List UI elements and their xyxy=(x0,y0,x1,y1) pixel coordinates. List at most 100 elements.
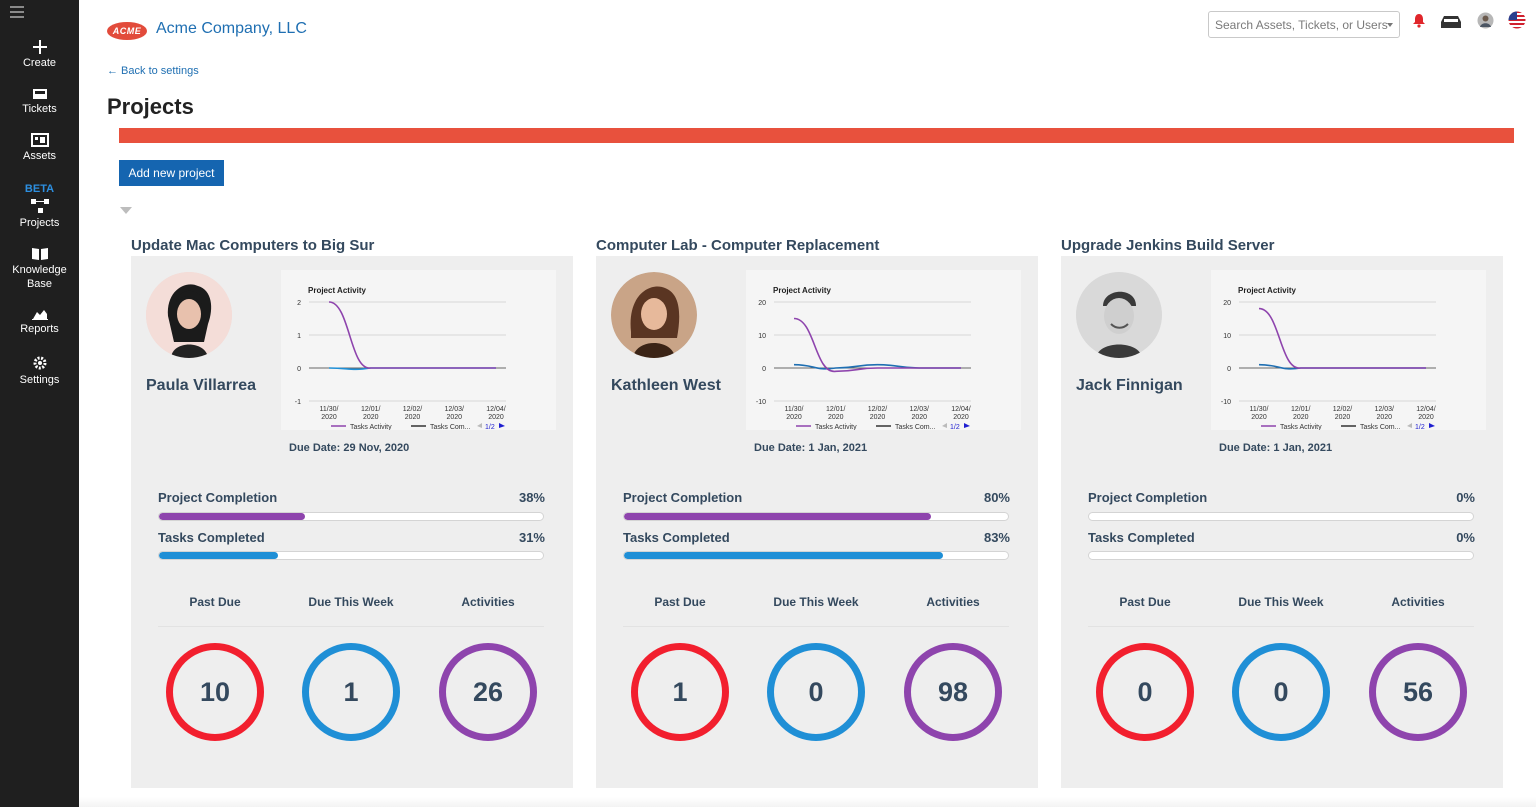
legend-page: 1/2 xyxy=(1415,424,1425,430)
owner-name: Paula Villarrea xyxy=(146,377,256,394)
chart-title: Project Activity xyxy=(308,286,366,295)
tasks-completed-label: Tasks Completed xyxy=(158,530,265,545)
project-completion-bar xyxy=(158,512,544,521)
x-tick-label: 12/03/ xyxy=(1375,406,1395,413)
sidebar-item-projects[interactable]: BETA Projects xyxy=(0,182,79,230)
y-tick-label: 10 xyxy=(758,333,766,340)
owner-avatar xyxy=(611,272,697,358)
past-due-count[interactable]: 0 xyxy=(1096,643,1194,741)
sidebar-item-tickets[interactable]: Tickets xyxy=(0,88,79,116)
sidebar-item-assets[interactable]: Assets xyxy=(0,133,79,163)
project-title[interactable]: Computer Lab - Computer Replacement xyxy=(596,237,879,254)
owner-name: Jack Finnigan xyxy=(1076,377,1183,394)
avatar-portrait-icon xyxy=(1076,272,1162,358)
project-card: Paula Villarrea 2 1 0 -1 11/30/2020 12/01/202… xyxy=(131,256,573,788)
legend-label: Tasks Com... xyxy=(1360,424,1401,430)
x-tick-label: 12/01/ xyxy=(826,406,846,413)
owner-name: Kathleen West xyxy=(611,377,721,394)
activities-count[interactable]: 98 xyxy=(904,643,1002,741)
projects-icon xyxy=(30,199,49,213)
due-this-week-count[interactable]: 0 xyxy=(1232,643,1330,741)
activities-count[interactable]: 56 xyxy=(1369,643,1467,741)
activities-count[interactable]: 26 xyxy=(439,643,537,741)
x-tick-label: 12/04/ xyxy=(486,406,506,413)
activities-label: Activities xyxy=(461,595,515,609)
avatar-portrait-icon xyxy=(611,272,697,358)
activities-label: Activities xyxy=(1391,595,1445,609)
acme-logo[interactable]: ACME xyxy=(107,22,147,40)
due-this-week-count[interactable]: 0 xyxy=(767,643,865,741)
y-tick-label: -10 xyxy=(756,399,766,406)
x-tick-label: 2020 xyxy=(1335,414,1351,421)
x-tick-label: 2020 xyxy=(953,414,969,421)
progress-fill xyxy=(624,513,932,520)
legend-prev-icon xyxy=(1407,423,1412,428)
project-completion-value: 80% xyxy=(983,490,1010,505)
beta-badge: BETA xyxy=(24,183,55,195)
hamburger-menu-icon[interactable] xyxy=(10,6,24,18)
sidebar-item-settings[interactable]: Settings xyxy=(0,355,79,387)
project-title[interactable]: Update Mac Computers to Big Sur xyxy=(131,237,374,254)
project-title[interactable]: Upgrade Jenkins Build Server xyxy=(1061,237,1274,254)
legend-next-icon xyxy=(964,423,970,428)
collapse-toggle-icon[interactable] xyxy=(120,207,132,214)
plus-icon xyxy=(32,40,47,54)
legend-label: Tasks Com... xyxy=(895,424,936,430)
past-due-count[interactable]: 1 xyxy=(631,643,729,741)
tasks-completed-label: Tasks Completed xyxy=(623,530,730,545)
bell-icon[interactable] xyxy=(1412,13,1426,28)
project-activity-chart: 20 10 0 -10 11/30/2020 12/01/2020 12/02/2020 12… xyxy=(1211,270,1486,430)
series-line-tasks-activity xyxy=(793,317,961,373)
project-completion-bar xyxy=(623,512,1009,521)
x-tick-label: 12/01/ xyxy=(1291,406,1311,413)
chevron-down-icon[interactable] xyxy=(1387,23,1393,27)
accent-bar xyxy=(119,128,1514,143)
y-tick-label: 1 xyxy=(297,333,301,340)
due-this-week-label: Due This Week xyxy=(773,595,859,609)
gear-icon xyxy=(33,356,46,370)
project-completion-label: Project Completion xyxy=(623,490,743,505)
add-new-project-button[interactable]: Add new project xyxy=(119,160,224,186)
x-tick-label: 11/30/ xyxy=(1250,406,1269,413)
us-flag-icon[interactable] xyxy=(1508,11,1526,29)
y-tick-label: 0 xyxy=(762,366,766,373)
sidebar-item-label: Assets xyxy=(22,150,56,162)
divider xyxy=(1088,626,1474,627)
book-icon xyxy=(31,248,48,260)
sidebar-item-label: Settings xyxy=(19,374,60,386)
sidebar-item-reports[interactable]: Reports xyxy=(0,308,79,336)
sidebar-item-knowledge-base[interactable]: Knowledge Base xyxy=(0,247,79,291)
sidebar-item-label: Reports xyxy=(20,323,59,335)
project-card: Jack Finnigan 20 10 0 -10 11/30/2020 12/01/20… xyxy=(1061,256,1503,788)
x-tick-label: 12/03/ xyxy=(910,406,930,413)
user-avatar-icon[interactable] xyxy=(1477,12,1494,29)
legend-next-icon xyxy=(1429,423,1435,428)
project-completion-bar xyxy=(1088,512,1474,521)
y-tick-label: -1 xyxy=(295,399,301,406)
page-title: Projects xyxy=(107,94,194,119)
y-tick-label: 0 xyxy=(1227,366,1231,373)
top-header: ACME Acme Company, LLC Search Assets, Ti… xyxy=(79,0,1536,60)
x-tick-label: 2020 xyxy=(828,414,844,421)
inbox-icon[interactable] xyxy=(1440,15,1462,29)
back-to-settings-link[interactable]: ← Back to settings xyxy=(107,65,199,77)
legend-prev-icon xyxy=(477,423,482,428)
legend-page: 1/2 xyxy=(950,424,960,430)
legend-next-icon xyxy=(499,423,505,428)
past-due-label: Past Due xyxy=(1119,595,1171,609)
x-tick-label: 2020 xyxy=(1251,414,1267,421)
legend-label: Tasks Activity xyxy=(815,424,857,430)
past-due-count[interactable]: 10 xyxy=(166,643,264,741)
reports-icon xyxy=(31,310,48,320)
company-name[interactable]: Acme Company, LLC xyxy=(156,20,307,38)
sidebar-item-create[interactable]: Create xyxy=(0,40,79,70)
sidebar-item-label: Create xyxy=(22,57,57,69)
search-input[interactable]: Search Assets, Tickets, or Users xyxy=(1208,11,1400,38)
due-date: Due Date: 29 Nov, 2020 xyxy=(289,442,410,454)
tasks-completed-bar xyxy=(1088,551,1474,560)
assets-icon xyxy=(30,133,49,147)
x-tick-label: 2020 xyxy=(1293,414,1309,421)
project-completion-label: Project Completion xyxy=(1088,490,1208,505)
legend-prev-icon xyxy=(942,423,947,428)
due-this-week-count[interactable]: 1 xyxy=(302,643,400,741)
